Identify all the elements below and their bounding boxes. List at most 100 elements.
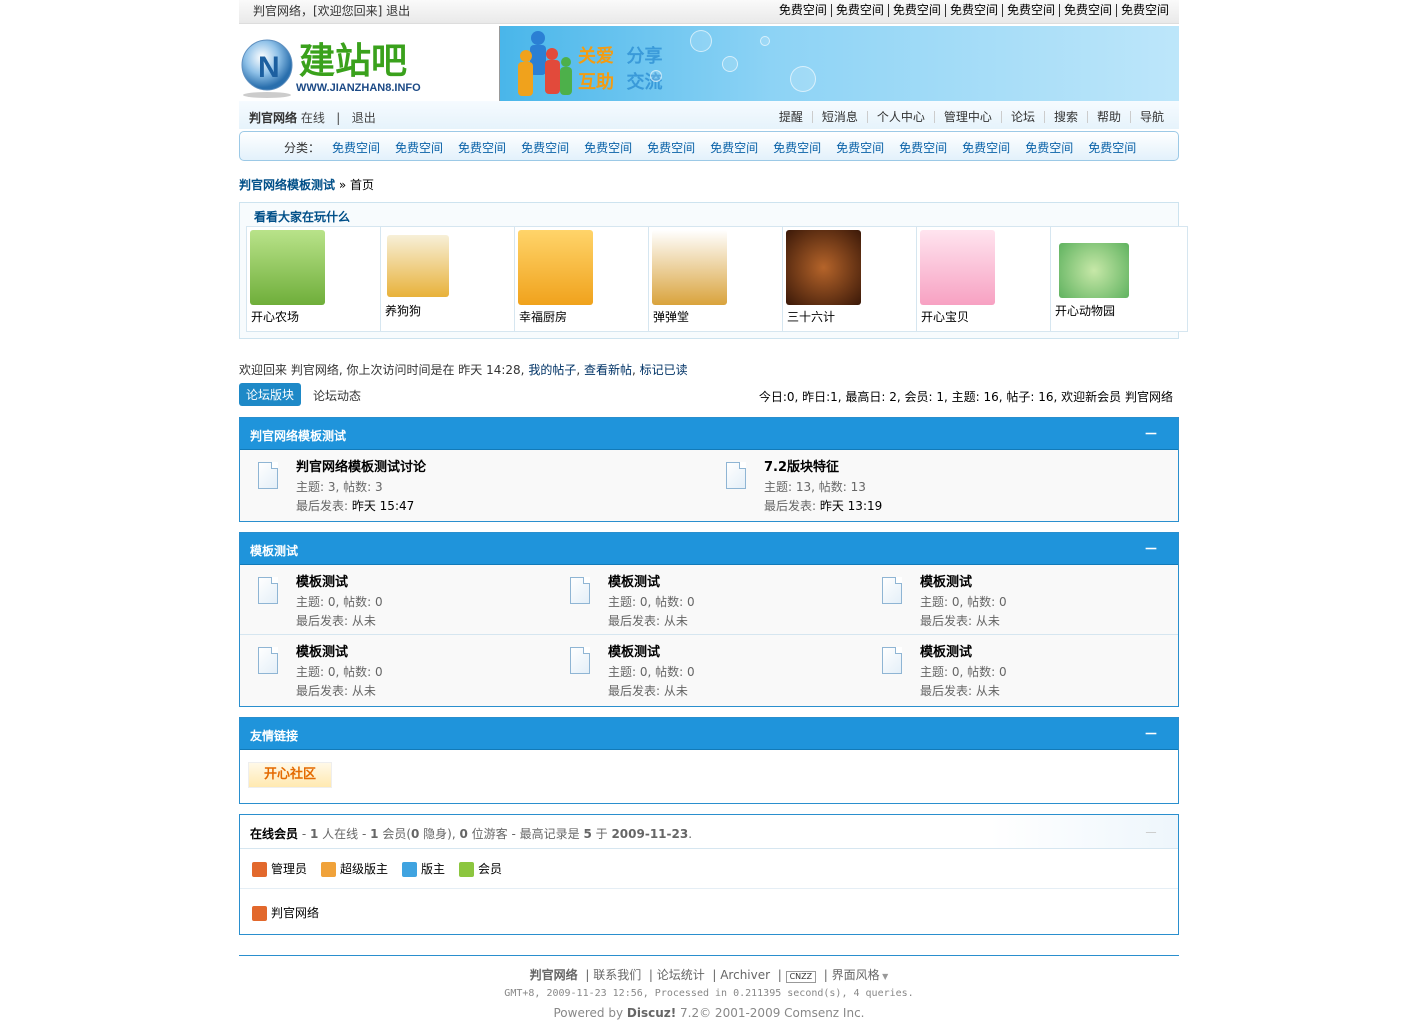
game-item[interactable]: 养狗狗 — [381, 227, 515, 331]
games-box: 看看大家在玩什么 开心农场 养狗狗 幸福厨房 弹弹堂 三十六计 开心宝贝 开心动… — [239, 202, 1188, 339]
top-link[interactable]: 免费空间 — [830, 4, 888, 17]
forum-meta: 主题: 0, 帖数: 0 最后发表: 从未 — [608, 665, 695, 698]
forum-stats: 今日:0, 昨日:1, 最高日: 2, 会员: 1, 主题: 16, 帖子: 1… — [758, 390, 1173, 404]
nav-notice[interactable]: 提醒 — [770, 111, 812, 123]
footer-stats[interactable]: 论坛统计 — [657, 968, 705, 982]
category-link[interactable]: 免费空间 — [773, 139, 821, 156]
legend-admin: 管理员 — [252, 860, 307, 877]
category-box: 判官网络模板测试 － 判官网络模板测试讨论 主题: 3, 帖数: 3 最后发表:… — [239, 417, 1179, 522]
site-logo[interactable]: N 建站吧 WWW.JIANZHAN8.INFO — [239, 25, 499, 101]
cnzz-badge[interactable]: CNZZ — [785, 971, 817, 983]
top-links: 免费空间 免费空间 免费空间 免费空间 免费空间 免费空间 免费空间 — [775, 4, 1173, 17]
footer-contact[interactable]: 联系我们 — [593, 968, 641, 982]
forum-title[interactable]: 模板测试 — [296, 571, 348, 590]
forum-title[interactable]: 模板测试 — [920, 641, 972, 660]
member-legend: 管理员 超级版主 版主 会员 — [240, 849, 1178, 889]
user-nav: 判官网络 在线 | 退出 提醒 短消息 个人中心 管理中心 论坛 搜索 帮助 导… — [239, 101, 1179, 129]
footer-site[interactable]: 判官网络 — [530, 968, 578, 982]
category-link[interactable]: 免费空间 — [1088, 139, 1136, 156]
collapse-icon[interactable]: － — [1144, 724, 1158, 744]
discuz-link[interactable]: Discuz! — [627, 1006, 676, 1020]
game-thumbnail[interactable] — [1059, 243, 1129, 298]
category-link[interactable]: 免费空间 — [710, 139, 758, 156]
forum-icon — [570, 577, 590, 604]
forum-title[interactable]: 模板测试 — [296, 641, 348, 660]
nav-profile[interactable]: 个人中心 — [866, 111, 934, 123]
friend-links-title: 友情链接 — [250, 729, 299, 743]
category-link[interactable]: 免费空间 — [1025, 139, 1073, 156]
logout-link[interactable]: 退出 — [352, 111, 376, 125]
forum-cell: 模板测试 主题: 0, 帖数: 0 最后发表: 从未 — [240, 565, 552, 635]
forum-cell: 7.2版块特征 主题: 13, 帖数: 13 最后发表: 昨天 13:19 — [708, 450, 1178, 521]
collapse-icon[interactable]: － — [1144, 823, 1158, 843]
nav-help[interactable]: 帮助 — [1086, 111, 1130, 123]
tab-forums[interactable]: 论坛版块 — [239, 383, 302, 406]
top-link[interactable]: 免费空间 — [1058, 4, 1116, 17]
category-link[interactable]: 免费空间 — [836, 139, 884, 156]
tab-activity[interactable]: 论坛动态 — [313, 387, 361, 404]
footer-archiver[interactable]: Archiver — [720, 968, 770, 982]
game-thumbnail[interactable] — [518, 230, 593, 305]
forum-cell: 模板测试 主题: 0, 帖数: 0 最后发表: 从未 — [864, 635, 1178, 705]
forum-cell: 模板测试 主题: 0, 帖数: 0 最后发表: 从未 — [240, 635, 552, 705]
online-status: 在线 — [300, 111, 325, 125]
forum-meta: 主题: 3, 帖数: 3 最后发表: 昨天 15:47 — [296, 480, 415, 513]
game-item[interactable]: 三十六计 — [783, 227, 917, 331]
nav-guide[interactable]: 导航 — [1129, 111, 1173, 123]
nav-messages[interactable]: 短消息 — [811, 111, 867, 123]
game-item[interactable]: 弹弹堂 — [649, 227, 783, 331]
new-posts-link[interactable]: 查看新帖 — [584, 363, 632, 377]
category-header: 模板测试 － — [240, 533, 1178, 565]
collapse-icon[interactable]: － — [1144, 539, 1158, 559]
category-link[interactable]: 免费空间 — [584, 139, 632, 156]
top-link[interactable]: 免费空间 — [775, 4, 831, 17]
style-switcher[interactable]: 界面风格 ▼ — [832, 968, 889, 982]
online-title: 在线会员 — [250, 827, 299, 841]
game-thumbnail[interactable] — [920, 230, 995, 305]
game-item[interactable]: 开心农场 — [247, 227, 381, 331]
legend-super-mod: 超级版主 — [321, 860, 388, 877]
game-thumbnail[interactable] — [250, 230, 325, 305]
category-link[interactable]: 免费空间 — [458, 139, 506, 156]
game-thumbnail[interactable] — [652, 230, 727, 305]
online-members: 判官网络 — [240, 889, 1178, 934]
online-member[interactable]: 判官网络 — [252, 904, 319, 921]
top-link[interactable]: 免费空间 — [1001, 4, 1059, 17]
forum-title[interactable]: 模板测试 — [920, 571, 972, 590]
user-menu: 提醒 短消息 个人中心 管理中心 论坛 搜索 帮助 导航 — [770, 111, 1173, 123]
forum-meta: 主题: 13, 帖数: 13 最后发表: 昨天 13:19 — [764, 480, 883, 513]
username[interactable]: 判官网络 — [249, 111, 297, 125]
forum-title[interactable]: 模板测试 — [608, 571, 660, 590]
game-item[interactable]: 开心动物园 — [1051, 227, 1187, 331]
nav-search[interactable]: 搜索 — [1043, 111, 1087, 123]
nav-forum[interactable]: 论坛 — [1000, 111, 1044, 123]
game-thumbnail[interactable] — [387, 235, 449, 297]
my-posts-link[interactable]: 我的帖子 — [528, 363, 576, 377]
category-link[interactable]: 免费空间 — [962, 139, 1010, 156]
game-thumbnail[interactable] — [786, 230, 861, 305]
game-item[interactable]: 开心宝贝 — [917, 227, 1051, 331]
top-link[interactable]: 免费空间 — [887, 4, 945, 17]
category-link[interactable]: 免费空间 — [395, 139, 443, 156]
top-link[interactable]: 免费空间 — [1115, 4, 1173, 17]
category-link[interactable]: 免费空间 — [332, 139, 380, 156]
collapse-icon[interactable]: － — [1144, 424, 1158, 444]
forum-title[interactable]: 判官网络模板测试讨论 — [296, 456, 426, 475]
category-link[interactable]: 免费空间 — [647, 139, 695, 156]
nav-admin[interactable]: 管理中心 — [933, 111, 1001, 123]
forum-title[interactable]: 模板测试 — [608, 641, 660, 660]
mark-read-link[interactable]: 标记已读 — [640, 363, 688, 377]
forum-icon — [882, 577, 902, 604]
category-link[interactable]: 免费空间 — [521, 139, 569, 156]
friend-link-logo[interactable]: 开心社区 — [248, 762, 332, 788]
game-item[interactable]: 幸福厨房 — [515, 227, 649, 331]
forum-icon — [726, 462, 746, 489]
breadcrumb-site[interactable]: 判官网络模板测试 — [239, 178, 335, 192]
forum-title[interactable]: 7.2版块特征 — [764, 456, 839, 475]
user-greeting[interactable]: 判官网络，[欢迎您回来] 退出 — [253, 2, 410, 19]
top-link[interactable]: 免费空间 — [944, 4, 1002, 17]
category-title[interactable]: 模板测试 — [250, 542, 298, 559]
category-link[interactable]: 免费空间 — [899, 139, 947, 156]
category-title[interactable]: 判官网络模板测试 — [250, 427, 346, 444]
breadcrumb-current: 首页 — [350, 178, 375, 192]
